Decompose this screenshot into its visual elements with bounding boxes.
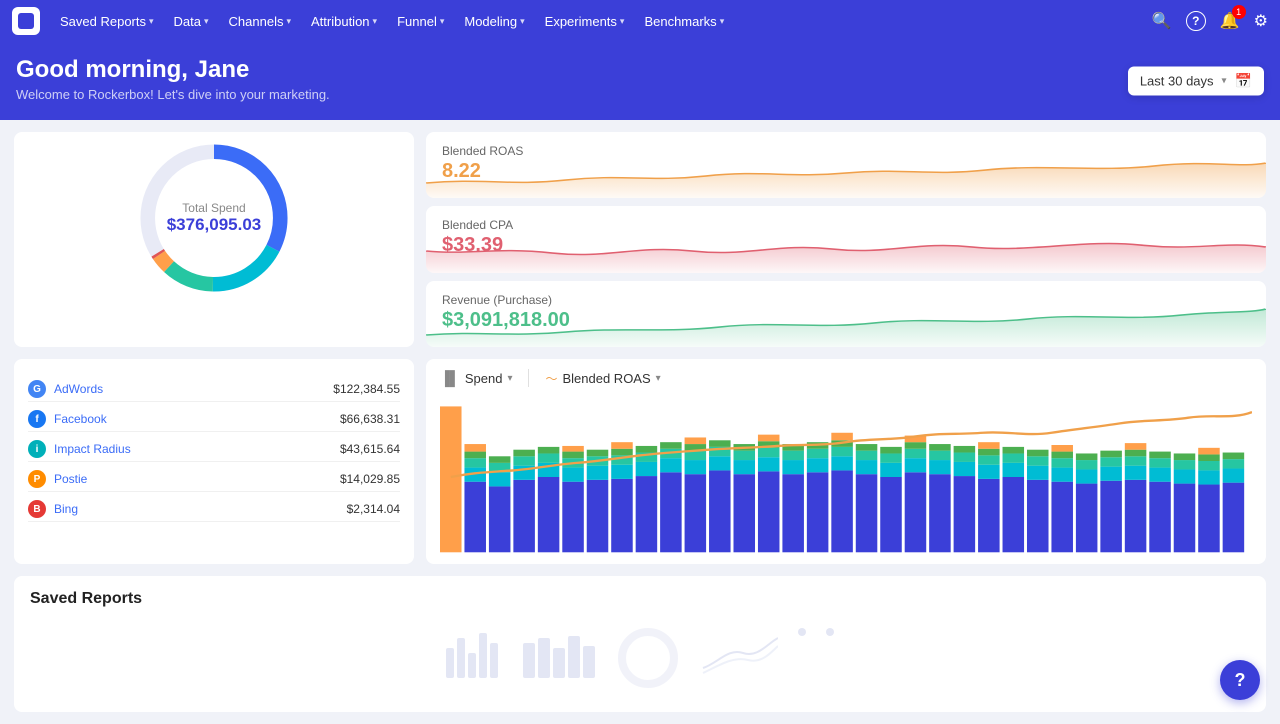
- date-range-picker[interactable]: Last 30 days ▾ 📅: [1128, 67, 1264, 96]
- nav-benchmarks[interactable]: Benchmarks ▾: [636, 10, 732, 33]
- spend-toggle[interactable]: ▐▌ Spend ▾: [440, 370, 512, 386]
- subtitle-text: Welcome to Rockerbox! Let's dive into yo…: [16, 87, 1264, 102]
- nav-experiments[interactable]: Experiments ▾: [537, 10, 633, 33]
- total-spend-card: Total Spend $376,095.03: [14, 132, 414, 347]
- bar-chart-icon: ▐▌: [440, 370, 460, 386]
- ghost-chart-4: [698, 628, 778, 688]
- line-chart-icon: 〜: [545, 370, 557, 387]
- blended-roas-card: Blended ROAS 8.22: [426, 132, 1266, 198]
- roas-toggle[interactable]: 〜 Blended ROAS ▾: [545, 370, 660, 387]
- nav-icons: 🔍 ? 🔔 1 ⚙: [1152, 11, 1268, 31]
- channel-bing[interactable]: B Bing $2,314.04: [28, 497, 400, 522]
- nav-saved-reports[interactable]: Saved Reports ▾: [52, 10, 162, 33]
- impact-radius-name: Impact Radius: [54, 442, 332, 456]
- postie-value: $14,029.85: [340, 472, 400, 486]
- postie-icon: P: [28, 470, 46, 488]
- notification-badge: 1: [1232, 5, 1246, 19]
- help-button[interactable]: ?: [1220, 660, 1260, 700]
- nav-chevron-modeling: ▾: [520, 16, 525, 27]
- donut-label: Total Spend: [167, 201, 262, 215]
- donut-value: $376,095.03: [167, 215, 262, 235]
- spend-chevron-icon: ▾: [507, 373, 512, 384]
- nav-channels[interactable]: Channels ▾: [221, 10, 299, 33]
- adwords-icon: G: [28, 380, 46, 398]
- main-content: Total Spend $376,095.03 Blended ROAS 8.2…: [0, 120, 1280, 724]
- channel-facebook[interactable]: f Facebook $66,638.31: [28, 407, 400, 432]
- nav-data[interactable]: Data ▾: [166, 10, 217, 33]
- ghost-chart-3: [618, 628, 678, 688]
- channel-impact-radius[interactable]: i Impact Radius $43,615.64: [28, 437, 400, 462]
- postie-name: Postie: [54, 472, 332, 486]
- saved-reports-ghost-charts: [30, 618, 1250, 698]
- date-range-label: Last 30 days: [1140, 74, 1214, 89]
- date-picker-chevron-icon: ▾: [1222, 76, 1227, 87]
- navbar: Saved Reports ▾ Data ▾ Channels ▾ Attrib…: [0, 0, 1280, 42]
- roas-label: Blended ROAS: [562, 371, 650, 386]
- greeting-text: Good morning, Jane: [16, 56, 1264, 84]
- main-chart-card: ▐▌ Spend ▾ 〜 Blended ROAS ▾: [426, 359, 1266, 564]
- saved-reports-title: Saved Reports: [30, 590, 1250, 608]
- bing-name: Bing: [54, 502, 339, 516]
- channel-list-card: G AdWords $122,384.55 f Facebook $66,638…: [14, 359, 414, 564]
- main-bar-chart: [440, 397, 1252, 557]
- nav-attribution[interactable]: Attribution ▾: [303, 10, 385, 33]
- nav-chevron-experiments: ▾: [620, 16, 625, 27]
- chart-header-separator: [528, 369, 529, 387]
- blended-cpa-card: Blended CPA $33.39: [426, 206, 1266, 272]
- search-icon[interactable]: 🔍: [1152, 11, 1172, 31]
- facebook-icon: f: [28, 410, 46, 428]
- ghost-chart-2: [518, 628, 598, 688]
- bing-value: $2,314.04: [347, 502, 400, 516]
- facebook-name: Facebook: [54, 412, 332, 426]
- channel-list: G AdWords $122,384.55 f Facebook $66,638…: [28, 377, 400, 522]
- saved-reports-section: Saved Reports: [14, 576, 1266, 712]
- hero-section: Good morning, Jane Welcome to Rockerbox!…: [0, 42, 1280, 120]
- impact-radius-icon: i: [28, 440, 46, 458]
- help-icon[interactable]: ?: [1186, 11, 1206, 31]
- nav-chevron-saved-reports: ▾: [149, 16, 154, 27]
- calendar-icon: 📅: [1235, 73, 1252, 90]
- spend-label: Spend: [465, 371, 503, 386]
- ghost-chart-5: [798, 628, 806, 688]
- nav-chevron-funnel: ▾: [440, 16, 445, 27]
- impact-radius-value: $43,615.64: [340, 442, 400, 456]
- nav-funnel[interactable]: Funnel ▾: [389, 10, 452, 33]
- adwords-name: AdWords: [54, 382, 325, 396]
- facebook-value: $66,638.31: [340, 412, 400, 426]
- nav-chevron-benchmarks: ▾: [720, 16, 725, 27]
- nav-modeling[interactable]: Modeling ▾: [456, 10, 532, 33]
- roas-chevron-icon: ▾: [656, 373, 661, 384]
- app-logo[interactable]: [12, 7, 40, 35]
- chart-header: ▐▌ Spend ▾ 〜 Blended ROAS ▾: [440, 369, 1252, 387]
- revenue-card: Revenue (Purchase) $3,091,818.00: [426, 281, 1266, 347]
- adwords-value: $122,384.55: [333, 382, 400, 396]
- nav-chevron-channels: ▾: [286, 16, 291, 27]
- ghost-chart-1: [446, 628, 498, 688]
- nav-chevron-attribution: ▾: [373, 16, 378, 27]
- channel-postie[interactable]: P Postie $14,029.85: [28, 467, 400, 492]
- bing-icon: B: [28, 500, 46, 518]
- channel-adwords[interactable]: G AdWords $122,384.55: [28, 377, 400, 402]
- notifications-icon[interactable]: 🔔 1: [1220, 11, 1240, 31]
- ghost-chart-6: [826, 628, 834, 688]
- nav-chevron-data: ▾: [204, 16, 209, 27]
- settings-icon[interactable]: ⚙: [1254, 11, 1268, 31]
